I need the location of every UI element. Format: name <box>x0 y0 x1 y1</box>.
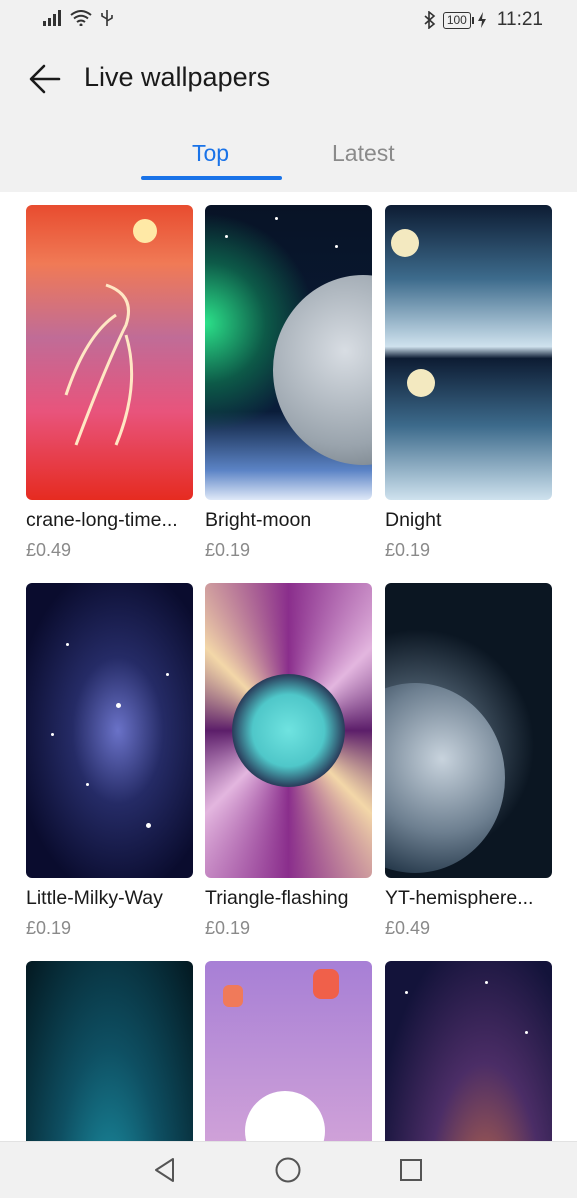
wallpaper-thumbnail <box>26 205 193 500</box>
wallpaper-thumbnail <box>26 583 193 878</box>
wallpaper-card[interactable]: crane-long-time... £0.49 <box>26 205 193 561</box>
wallpaper-name: Bright-moon <box>205 509 312 531</box>
wallpaper-thumbnail <box>205 961 372 1143</box>
wallpaper-card[interactable]: Little-Milky-Way £0.19 <box>26 583 193 939</box>
app-header: Live wallpapers Top Latest <box>0 40 577 192</box>
recents-square-icon[interactable] <box>396 1155 426 1185</box>
wallpaper-price: £0.19 <box>26 918 72 938</box>
wallpaper-price: £0.19 <box>205 540 251 560</box>
wallpaper-price: £0.49 <box>385 918 431 938</box>
signal-icon <box>43 10 61 26</box>
page-title: Live wallpapers <box>84 62 271 92</box>
home-circle-icon[interactable] <box>273 1155 303 1185</box>
wallpaper-name: Triangle-flashing <box>205 887 349 909</box>
tab-latest[interactable]: Latest <box>332 140 395 167</box>
wallpaper-card[interactable] <box>205 961 372 1143</box>
wallpaper-thumbnail <box>26 961 193 1143</box>
usb-icon <box>101 10 113 26</box>
wallpaper-price: £0.19 <box>205 918 251 938</box>
wallpaper-price: £0.19 <box>385 540 431 560</box>
wallpaper-name: Little-Milky-Way <box>26 887 163 909</box>
wallpaper-thumbnail <box>385 583 552 878</box>
wallpaper-thumbnail <box>205 583 372 878</box>
wallpaper-thumbnail <box>205 205 372 500</box>
wallpaper-card[interactable]: YT-hemisphere... £0.49 <box>385 583 552 939</box>
bluetooth-icon <box>424 11 436 29</box>
wallpaper-name: YT-hemisphere... <box>385 887 534 909</box>
system-nav-bar <box>0 1141 577 1198</box>
wallpaper-card[interactable] <box>26 961 193 1143</box>
wallpaper-price: £0.49 <box>26 540 72 560</box>
tab-top[interactable]: Top <box>192 140 229 167</box>
wifi-icon <box>70 10 92 26</box>
back-arrow-icon[interactable] <box>28 62 62 96</box>
tab-bar: Top Latest <box>0 140 577 186</box>
status-bar: 100 11:21 <box>0 0 577 40</box>
wallpaper-card[interactable] <box>385 961 552 1143</box>
wallpaper-thumbnail <box>385 961 552 1143</box>
wallpaper-card[interactable]: Dnight £0.19 <box>385 205 552 561</box>
battery-icon: 100 <box>442 11 474 29</box>
wallpaper-card[interactable]: Bright-moon £0.19 <box>205 205 372 561</box>
wallpaper-name: crane-long-time... <box>26 509 178 531</box>
wallpaper-thumbnail <box>385 205 552 500</box>
charging-icon <box>477 12 486 28</box>
clock: 11:21 <box>496 9 543 30</box>
tab-indicator <box>141 176 282 180</box>
wallpaper-card[interactable]: Triangle-flashing £0.19 <box>205 583 372 939</box>
back-triangle-icon[interactable] <box>150 1155 180 1185</box>
wallpaper-grid: crane-long-time... £0.49 Bright-moon £0.… <box>26 205 556 1143</box>
wallpaper-name: Dnight <box>385 509 442 531</box>
